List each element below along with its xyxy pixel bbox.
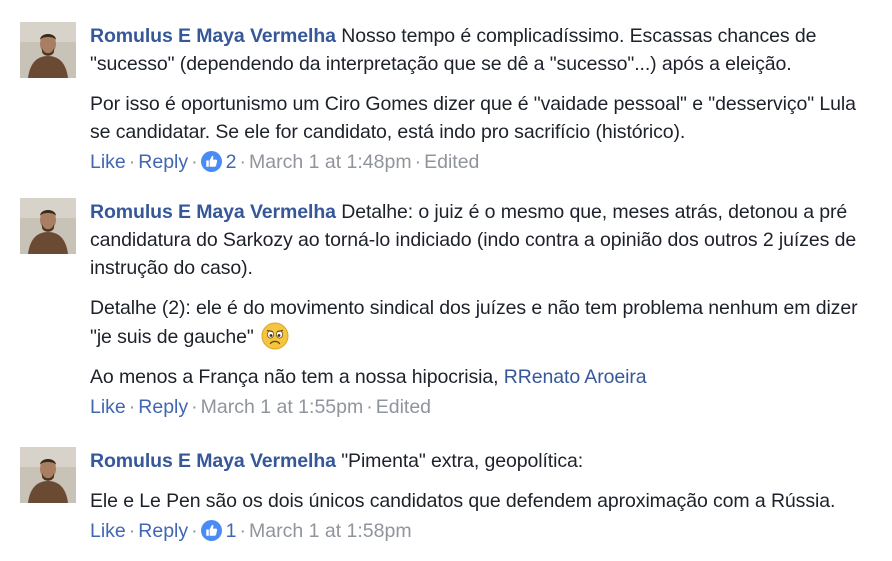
comment-author[interactable]: Romulus E Maya Vermelha: [90, 201, 336, 223]
frowning-face-emoji: [261, 322, 289, 350]
timestamp[interactable]: March 1 at 1:58pm: [249, 520, 412, 542]
timestamp[interactable]: March 1 at 1:48pm: [249, 151, 412, 173]
comment-text: Romulus E Maya Vermelha Nosso tempo é co…: [90, 22, 870, 78]
avatar[interactable]: [20, 198, 76, 254]
comment-text-line: Ao menos a França não tem a nossa hipocr…: [90, 366, 499, 388]
edited-label[interactable]: Edited: [376, 396, 431, 418]
reaction-count[interactable]: 1: [226, 520, 237, 542]
like-reaction-icon[interactable]: [200, 151, 222, 172]
like-reaction-icon[interactable]: [200, 520, 222, 541]
comment-text: Romulus E Maya Vermelha Detalhe: o juiz …: [90, 198, 870, 282]
timestamp[interactable]: March 1 at 1:55pm: [201, 396, 364, 418]
comment-text: Ao menos a França não tem a nossa hipocr…: [90, 363, 870, 391]
like-button[interactable]: Like: [90, 396, 126, 418]
comment-text: Por isso é oportunismo um Ciro Gomes diz…: [90, 93, 856, 143]
like-button[interactable]: Like: [90, 520, 126, 542]
comment-actions: Like · Reply · 1 · March 1 at 1:58pm: [90, 520, 412, 542]
mention-link[interactable]: RRenato Aroeira: [504, 366, 647, 388]
reply-button[interactable]: Reply: [138, 396, 188, 418]
comment-text-line: Detalhe (2): ele é do movimento sindical…: [90, 297, 858, 348]
reply-button[interactable]: Reply: [138, 520, 188, 542]
like-button[interactable]: Like: [90, 151, 126, 173]
avatar[interactable]: [20, 447, 76, 503]
comment-actions: Like · Reply · 2 · March 1 at 1:48pm · Edited: [90, 151, 480, 173]
comment-text-line: "Pimenta" extra, geopolítica:: [341, 450, 584, 472]
comment-actions: Like · Reply · March 1 at 1:55pm · Edited: [90, 396, 432, 418]
comment-text: Detalhe (2): ele é do movimento sindical…: [90, 294, 870, 351]
avatar[interactable]: [20, 22, 76, 78]
comment-author[interactable]: Romulus E Maya Vermelha: [90, 450, 336, 472]
comment-author[interactable]: Romulus E Maya Vermelha: [90, 25, 336, 47]
edited-label[interactable]: Edited: [424, 151, 479, 173]
comment-text: Romulus E Maya Vermelha "Pimenta" extra,…: [90, 447, 870, 475]
reply-button[interactable]: Reply: [138, 151, 188, 173]
reaction-count[interactable]: 2: [226, 151, 237, 173]
comment-text: Ele e Le Pen são os dois únicos candidat…: [90, 490, 836, 512]
